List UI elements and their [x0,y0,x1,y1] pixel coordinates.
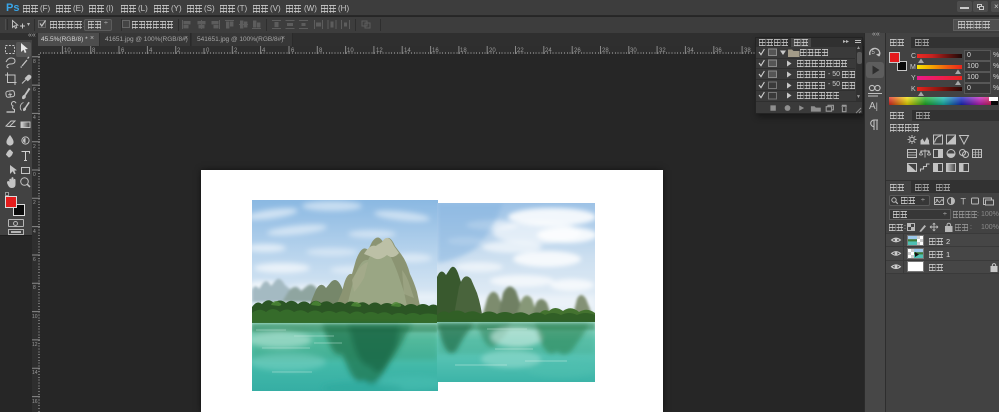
svg-text:0: 0 [206,48,210,54]
svg-text:24: 24 [545,48,552,54]
svg-text:8: 8 [92,48,96,54]
svg-text:2: 2 [33,200,36,206]
svg-text:34: 34 [687,48,694,54]
svg-text:28: 28 [602,48,609,54]
svg-text:6: 6 [33,257,36,263]
svg-text:8: 8 [33,59,36,65]
svg-text:14: 14 [32,370,38,376]
svg-text:4: 4 [33,229,36,235]
svg-text:10: 10 [347,48,354,54]
svg-text:12: 12 [32,342,38,348]
svg-text:18: 18 [460,48,467,54]
svg-text:38: 38 [744,48,751,54]
svg-text:20: 20 [489,48,496,54]
svg-text:10: 10 [32,314,38,320]
svg-text:4: 4 [149,48,153,54]
svg-text:2: 2 [33,144,36,150]
svg-text:6: 6 [33,87,36,93]
svg-text:16: 16 [32,399,38,405]
svg-text:10: 10 [64,48,71,54]
svg-text:6: 6 [291,48,295,54]
svg-text:5: 5 [872,50,876,56]
svg-text:14: 14 [404,48,411,54]
svg-text:36: 36 [715,48,722,54]
svg-text:16: 16 [432,48,439,54]
svg-text:30: 30 [630,48,637,54]
svg-text:4: 4 [33,115,36,121]
svg-text:8: 8 [33,285,36,291]
svg-text:T: T [961,197,967,207]
svg-text:4: 4 [262,48,266,54]
svg-text:2: 2 [177,48,181,54]
svg-text:26: 26 [574,48,581,54]
svg-text:0: 0 [33,172,36,178]
svg-text:8: 8 [319,48,323,54]
svg-text:2: 2 [234,48,238,54]
svg-text:22: 22 [517,48,524,54]
svg-text:32: 32 [659,48,666,54]
svg-text:12: 12 [376,48,383,54]
svg-text:6: 6 [121,48,125,54]
